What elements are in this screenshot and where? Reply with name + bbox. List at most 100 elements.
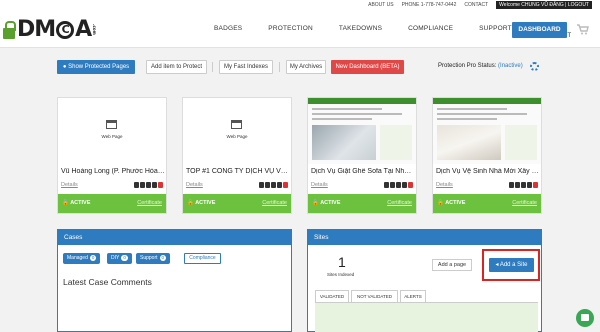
card-title[interactable]: Dịch Vụ Giặt Ghế Sofa Tại Nhà ... (311, 168, 415, 175)
contact-link[interactable]: CONTACT (464, 2, 488, 8)
tab-alerts[interactable]: ALERTS (400, 290, 426, 302)
card-footer: 🔒 ACTIVE Certificate (58, 194, 166, 213)
protected-page-card: Web Page TOP #1 CÔNG TY DỊCH VỤ VỆ ... D… (182, 97, 292, 214)
card-title[interactable]: Vũ Hoàng Long (P. Phước Hòa, ... (61, 168, 165, 175)
edit-icon[interactable] (271, 182, 276, 188)
delete-icon[interactable] (408, 182, 413, 188)
about-link[interactable]: ABOUT US (368, 2, 393, 8)
web-page-icon (106, 120, 117, 129)
sofa-image (312, 125, 376, 160)
edit-icon[interactable] (396, 182, 401, 188)
card-title[interactable]: TOP #1 CÔNG TY DỊCH VỤ VỆ ... (186, 168, 290, 175)
refresh-icon[interactable] (384, 182, 389, 188)
protected-page-card: Dịch Vụ Giặt Ghế Sofa Tại Nhà ... Detail… (307, 97, 417, 214)
protected-page-card: Dịch Vụ Vệ Sinh Nhà Mới Xây D... Details… (432, 97, 542, 214)
new-dashboard-button[interactable]: New Dashboard (BETA) (331, 60, 404, 74)
page-screenshot-thumbnail[interactable] (433, 98, 541, 164)
card-footer: 🔒 ACTIVE Certificate (308, 194, 416, 213)
room-image (437, 125, 501, 160)
status-inactive-link[interactable]: (Inactive) (498, 63, 523, 69)
managed-count: 0 (89, 255, 97, 261)
add-item-button[interactable]: Add item to Protect (146, 60, 207, 74)
nav-badges[interactable]: BADGES (214, 25, 242, 39)
cases-header: Cases (58, 230, 291, 245)
add-site-button[interactable]: ◂ Add a Site (489, 258, 534, 272)
archives-button[interactable]: My Archives (286, 60, 326, 74)
nav-compliance[interactable]: COMPLIANCE (408, 25, 453, 39)
add-page-button[interactable]: Add a page (432, 259, 472, 271)
edit-icon[interactable] (521, 182, 526, 188)
divider (279, 62, 280, 72)
logo-text-a: A (75, 17, 92, 42)
active-status: 🔒 ACTIVE (312, 200, 341, 206)
sites-list-area (315, 302, 538, 332)
main-header: DM C A .com BADGES PROTECTION TAKEDOWNS … (0, 10, 600, 48)
card-title[interactable]: Dịch Vụ Vệ Sinh Nhà Mới Xây D... (436, 168, 540, 175)
details-link[interactable]: Details (186, 182, 203, 188)
thumbnail[interactable]: Web Page (58, 98, 166, 164)
card-tools (259, 182, 288, 188)
nav-support[interactable]: SUPPORT (479, 25, 512, 39)
delete-icon[interactable] (283, 182, 288, 188)
logo-text-dm: DM (17, 17, 56, 42)
certificate-link[interactable]: Certificate (137, 200, 162, 206)
latest-case-comments-heading: Latest Case Comments (63, 277, 152, 287)
managed-button[interactable]: Managed 0 (63, 253, 101, 264)
cart-icon[interactable] (577, 24, 589, 35)
details-link[interactable]: Details (311, 182, 328, 188)
lock-icon (3, 20, 16, 39)
dmca-logo[interactable]: DM C A .com (3, 17, 97, 42)
card-footer: 🔒 ACTIVE Certificate (433, 194, 541, 213)
certificate-link[interactable]: Certificate (512, 200, 537, 206)
welcome-logout[interactable]: Welcome CHUNG VŨ ĐĂNG | LOGOUT (496, 1, 592, 9)
tab-validated[interactable]: VALIDATED (315, 290, 349, 302)
copy-icon[interactable] (152, 182, 157, 188)
code-icon[interactable] (140, 182, 145, 188)
top-utility-bar: ABOUT US PHONE 1-778-747-0442 CONTACT We… (0, 0, 600, 10)
card-footer: 🔒 ACTIVE Certificate (183, 194, 291, 213)
delete-icon[interactable] (533, 182, 538, 188)
sites-indexed-label: Sites Indexed (327, 272, 355, 277)
refresh-icon[interactable] (259, 182, 264, 188)
refresh-icon[interactable] (134, 182, 139, 188)
refresh-icon[interactable] (509, 182, 514, 188)
code-icon[interactable] (390, 182, 395, 188)
compliance-button[interactable]: Compliance (184, 253, 221, 264)
copy-icon[interactable] (527, 182, 532, 188)
diy-count: 0 (121, 255, 128, 261)
divider (212, 62, 213, 72)
copy-icon[interactable] (402, 182, 407, 188)
tab-not-validated[interactable]: NOT VALIDATED (351, 290, 398, 302)
details-link[interactable]: Details (61, 182, 78, 188)
code-icon[interactable] (265, 182, 270, 188)
gear-icon[interactable] (530, 62, 539, 71)
delete-icon[interactable] (158, 182, 163, 188)
protected-page-card: Web Page Vũ Hoàng Long (P. Phước Hòa, ..… (57, 97, 167, 214)
page-screenshot-thumbnail[interactable] (308, 98, 416, 164)
card-tools (134, 182, 163, 188)
active-status: 🔒 ACTIVE (187, 200, 216, 206)
certificate-link[interactable]: Certificate (387, 200, 412, 206)
show-protected-pages-button[interactable]: ● Show Protected Pages (57, 60, 135, 74)
edit-icon[interactable] (146, 182, 151, 188)
top-links: ABOUT US PHONE 1-778-747-0442 CONTACT We… (368, 1, 592, 9)
copy-icon[interactable] (277, 182, 282, 188)
fast-indexes-button[interactable]: My Fast Indexes (219, 60, 273, 74)
phone-text: PHONE 1-778-747-0442 (401, 2, 457, 8)
chat-bubble-icon[interactable] (576, 309, 594, 327)
sites-tabs: VALIDATED NOT VALIDATED ALERTS (315, 290, 428, 302)
support-count: 0 (159, 255, 167, 261)
nav-protection[interactable]: PROTECTION (268, 25, 313, 39)
thumbnail[interactable]: Web Page (183, 98, 291, 164)
support-button[interactable]: Support 0 (136, 253, 171, 264)
details-link[interactable]: Details (436, 182, 453, 188)
code-icon[interactable] (515, 182, 520, 188)
card-tools (509, 182, 538, 188)
diy-button[interactable]: DIY 0 (107, 253, 132, 264)
nav-takedowns[interactable]: TAKEDOWNS (339, 25, 382, 39)
sites-indexed-count: 1 (338, 254, 346, 270)
logo-com: .com (92, 24, 98, 35)
certificate-link[interactable]: Certificate (262, 200, 287, 206)
web-page-icon (231, 120, 242, 129)
dashboard-button[interactable]: DASHBOARD (512, 22, 567, 38)
